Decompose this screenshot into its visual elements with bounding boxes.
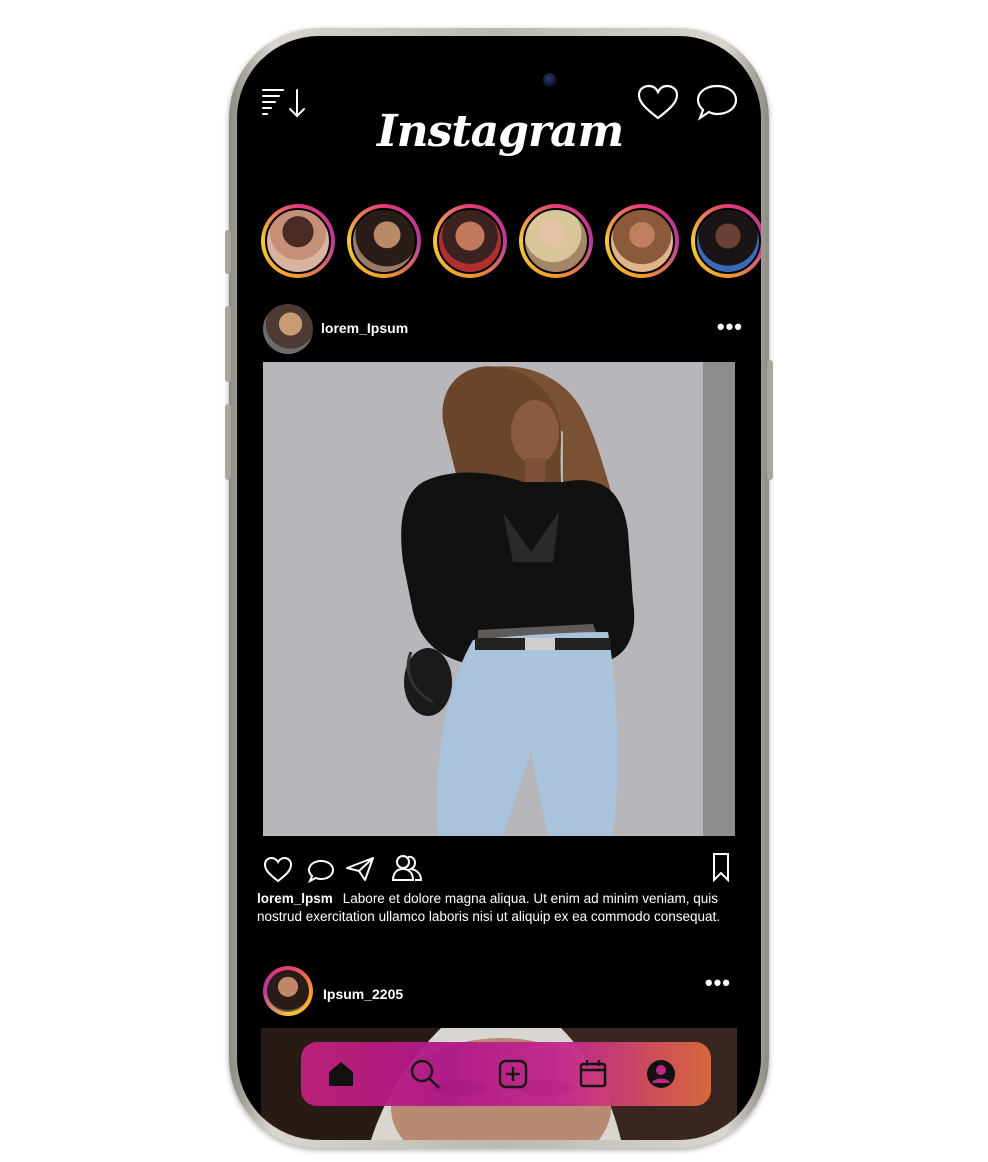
post-author-avatar[interactable] <box>263 304 313 354</box>
more-options-icon[interactable]: ••• <box>717 314 743 340</box>
story-avatar <box>351 208 417 274</box>
caption-username[interactable]: lorem_lpsm <box>257 891 333 906</box>
power-button <box>767 360 773 480</box>
post-header: lorem_Ipsum ••• <box>263 304 743 358</box>
post2-username[interactable]: Ipsum_2205 <box>323 986 403 1002</box>
post-username[interactable]: lorem_Ipsum <box>321 320 408 336</box>
bottom-navigation <box>301 1042 711 1106</box>
story-4[interactable] <box>519 204 593 278</box>
volume-up-button <box>225 306 231 382</box>
story-6[interactable] <box>691 204 761 278</box>
calendar-icon[interactable] <box>575 1056 611 1092</box>
story-2[interactable] <box>347 204 421 278</box>
search-icon[interactable] <box>407 1056 443 1092</box>
story-avatar <box>265 208 331 274</box>
home-icon[interactable] <box>323 1056 359 1092</box>
app-logo: Instagram <box>377 106 624 157</box>
story-avatar <box>437 208 503 274</box>
front-camera <box>543 73 557 87</box>
story-1[interactable] <box>261 204 335 278</box>
story-avatar <box>523 208 589 274</box>
more-options-icon[interactable]: ••• <box>705 970 731 996</box>
story-5[interactable] <box>605 204 679 278</box>
profile-icon[interactable] <box>643 1056 679 1092</box>
post2-header: Ipsum_2205 ••• <box>263 966 745 1020</box>
tag-people-icon[interactable] <box>391 854 423 887</box>
messages-icon[interactable] <box>695 82 739 122</box>
story-avatar <box>609 208 675 274</box>
post2-author-avatar[interactable] <box>263 966 313 1016</box>
stories-row <box>261 204 761 282</box>
sort-menu-icon[interactable] <box>261 86 309 122</box>
story-3[interactable] <box>433 204 507 278</box>
volume-down-button <box>225 404 231 480</box>
like-icon[interactable] <box>263 856 293 889</box>
comment-icon[interactable] <box>307 858 335 889</box>
add-post-icon[interactable] <box>495 1056 531 1092</box>
phone-screen: Instagram lorem_Ipsum ••• lorem_lpsm Lab… <box>237 36 761 1140</box>
post-caption: lorem_lpsm Labore et dolore magna aliqua.… <box>257 890 737 926</box>
heart-icon[interactable] <box>637 84 679 122</box>
bookmark-icon[interactable] <box>711 852 731 887</box>
post-actions <box>263 852 729 889</box>
action-button <box>225 230 231 274</box>
share-icon[interactable] <box>345 856 375 887</box>
post-photo[interactable] <box>263 362 735 836</box>
story-avatar <box>695 208 761 274</box>
